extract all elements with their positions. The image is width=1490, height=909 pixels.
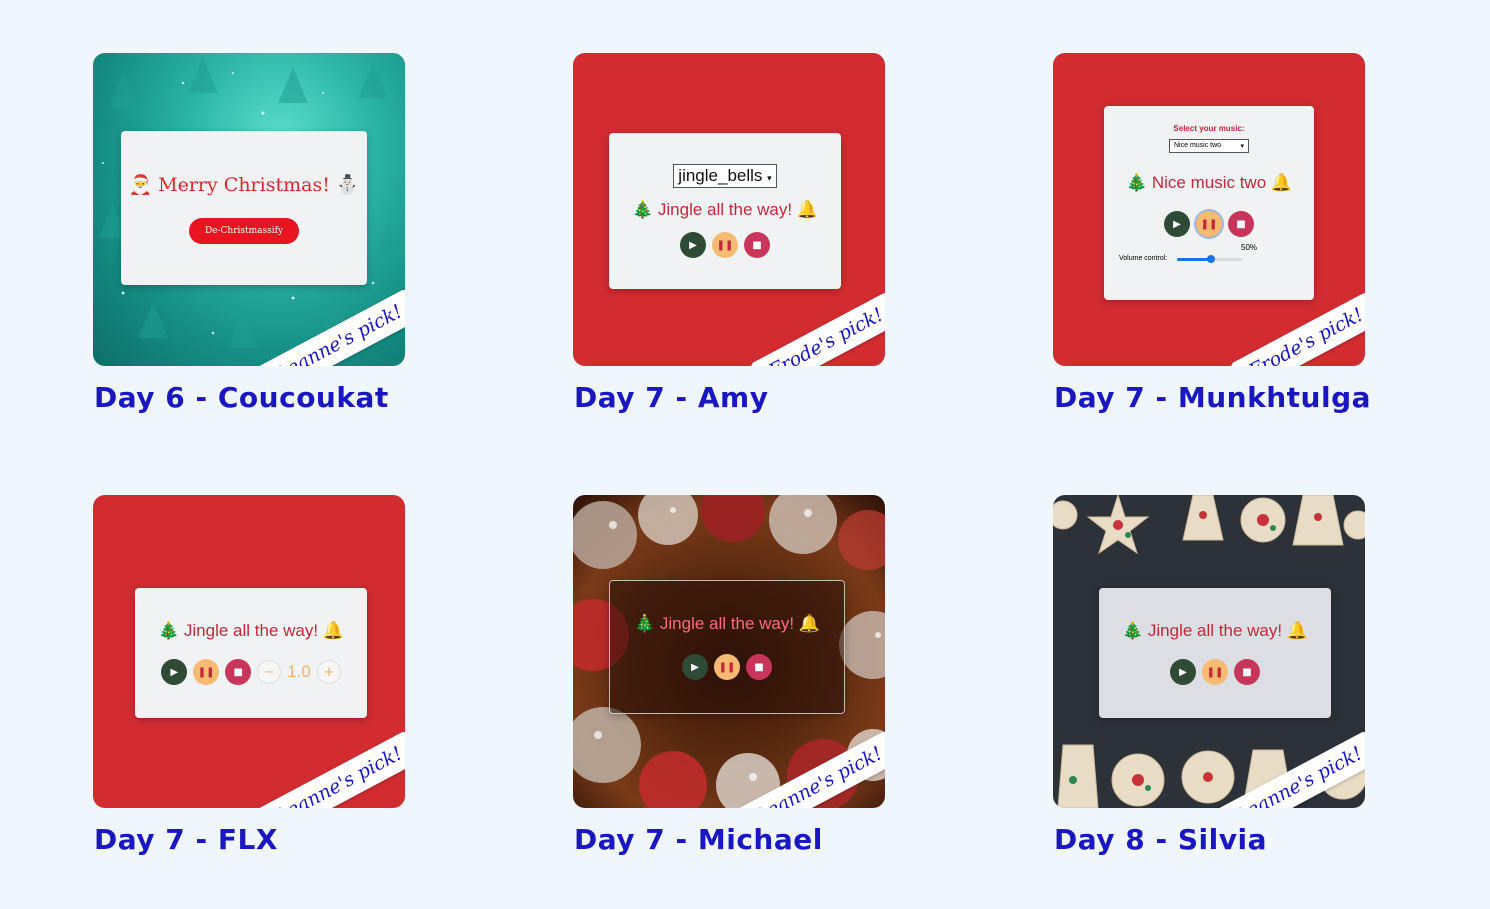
card-day7-flx[interactable]: 🎄 Jingle all the way! 🔔 ▶ ❚❚ ■ − 1.0 + L… [93,495,405,856]
stop-icon: ■ [754,661,764,673]
stop-icon: ■ [1236,218,1246,230]
panel-title: 🎄 Nice music two 🔔 [1125,173,1293,192]
speed-value: 1.0 [287,662,311,681]
stop-icon: ■ [233,666,243,678]
card-day7-amy[interactable]: jingle_bells ▾ 🎄 Jingle all the way! 🔔 ▶… [573,53,885,414]
pause-button[interactable]: ❚❚ [193,659,220,685]
select-label: Select your music: [1173,124,1245,133]
thumbnail[interactable]: 🎄 Jingle all the way! 🔔 ▶ ❚❚ ■ Leanne's … [1053,495,1365,808]
thumbnail[interactable]: 🎄 Jingle all the way! 🔔 ▶ ❚❚ ■ − 1.0 + L… [93,495,405,808]
thumbnail[interactable]: 🎄 Jingle all the way! 🔔 ▶ ❚❚ ■ Leanne's … [573,495,885,808]
panel-title: 🎄 Jingle all the way! 🔔 [632,200,818,219]
pause-icon: ❚❚ [716,239,734,251]
pause-button[interactable]: ❚❚ [714,654,740,680]
pause-button[interactable]: ❚❚ [1202,659,1228,685]
panel-title: 🎄 Jingle all the way! 🔔 [634,614,820,633]
play-icon: ▶ [1179,666,1187,678]
card-caption[interactable]: Day 7 - Amy [574,381,885,414]
decrease-speed-button[interactable]: − [257,660,282,684]
pause-icon: ❚❚ [1206,666,1224,678]
play-icon: ▶ [691,661,699,673]
pick-badge: Leanne's pick! [256,730,405,808]
card-day6-coucoukat[interactable]: 🎅 Merry Christmas! ⛄ De-Christmassify Le… [93,53,405,414]
card-caption[interactable]: Day 6 - Coucoukat [94,381,405,414]
minus-circle-icon: − [263,664,275,680]
play-icon: ▶ [689,239,697,251]
app-panel: Select your music: Nice music two ▾ 🎄 Ni… [1104,106,1314,300]
card-caption[interactable]: Day 8 - Silvia [1054,823,1365,856]
stop-button[interactable]: ■ [1228,211,1254,237]
pause-icon: ❚❚ [1200,218,1218,230]
stop-button[interactable]: ■ [1234,659,1260,685]
card-day8-silvia[interactable]: 🎄 Jingle all the way! 🔔 ▶ ❚❚ ■ Leanne's … [1053,495,1365,856]
volume-value: 50% [1241,243,1258,252]
card-day7-michael[interactable]: 🎄 Jingle all the way! 🔔 ▶ ❚❚ ■ Leanne's … [573,495,885,856]
stop-icon: ■ [752,239,762,251]
pick-badge: Frode's pick! [749,291,885,366]
chevron-down-icon: ▾ [1240,143,1244,150]
pick-badge: Frode's pick! [1229,291,1365,366]
card-caption[interactable]: Day 7 - Munkhtulga [1054,381,1371,414]
volume-fill [1177,258,1210,261]
thumbnail[interactable]: 🎅 Merry Christmas! ⛄ De-Christmassify Le… [93,53,405,366]
player-controls: ▶ ❚❚ ■ [1164,211,1254,237]
de-christmassify-button[interactable]: De-Christmassify [188,217,300,244]
player-controls: ▶ ❚❚ ■ [682,654,772,680]
app-panel: jingle_bells ▾ 🎄 Jingle all the way! 🔔 ▶… [609,133,841,289]
volume-row: 50% Volume control: [1119,243,1299,265]
card-day7-munkhtulga[interactable]: Select your music: Nice music two ▾ 🎄 Ni… [1053,53,1371,414]
increase-speed-button[interactable]: + [316,660,341,684]
play-button[interactable]: ▶ [680,232,706,258]
player-controls: ▶ ❚❚ ■ − 1.0 + [161,659,341,685]
stop-button[interactable]: ■ [744,232,770,258]
volume-label: Volume control: [1119,255,1168,262]
player-controls: ▶ ❚❚ ■ [680,232,770,258]
player-controls: ▶ ❚❚ ■ [1170,659,1260,685]
chevron-down-icon: ▾ [767,173,772,183]
song-select-value: jingle_bells [678,166,763,185]
play-button[interactable]: ▶ [161,659,188,685]
stop-icon: ■ [1242,666,1252,678]
pause-button[interactable]: ❚❚ [1196,211,1222,237]
app-panel: 🎄 Jingle all the way! 🔔 ▶ ❚❚ ■ − 1.0 + [135,588,367,718]
app-panel: 🎄 Jingle all the way! 🔔 ▶ ❚❚ ■ [1099,588,1331,718]
play-button[interactable]: ▶ [1164,211,1190,237]
pause-icon: ❚❚ [197,666,215,678]
stop-button[interactable]: ■ [746,654,772,680]
play-icon: ▶ [170,666,179,678]
music-select-value: Nice music two [1174,142,1222,149]
plus-circle-icon: + [323,664,335,680]
card-caption[interactable]: Day 7 - FLX [94,823,405,856]
panel-title: 🎅 Merry Christmas! ⛄ [128,173,360,196]
song-select[interactable]: jingle_bells ▾ [673,164,777,188]
pause-button[interactable]: ❚❚ [712,232,738,258]
thumbnail[interactable]: Select your music: Nice music two ▾ 🎄 Ni… [1053,53,1365,366]
thumbnail[interactable]: jingle_bells ▾ 🎄 Jingle all the way! 🔔 ▶… [573,53,885,366]
pause-icon: ❚❚ [718,661,736,673]
stop-button[interactable]: ■ [225,659,252,685]
app-panel: 🎅 Merry Christmas! ⛄ De-Christmassify [121,131,367,285]
panel-title: 🎄 Jingle all the way! 🔔 [1122,621,1308,640]
play-icon: ▶ [1173,218,1181,230]
panel-title: 🎄 Jingle all the way! 🔔 [158,621,344,640]
card-caption[interactable]: Day 7 - Michael [574,823,885,856]
music-select[interactable]: Nice music two ▾ [1169,139,1249,153]
app-panel: 🎄 Jingle all the way! 🔔 ▶ ❚❚ ■ [609,580,845,714]
play-button[interactable]: ▶ [682,654,708,680]
volume-slider[interactable] [1177,255,1243,263]
volume-thumb[interactable] [1207,255,1215,263]
play-button[interactable]: ▶ [1170,659,1196,685]
